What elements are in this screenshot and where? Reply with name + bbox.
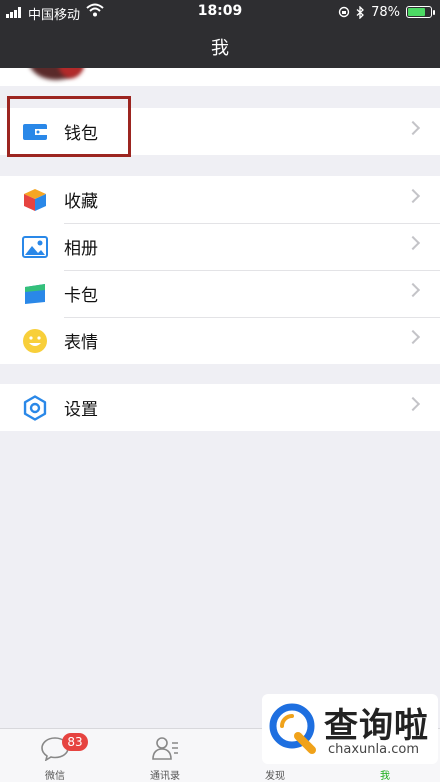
tab-chats[interactable]: 83 微信 — [0, 729, 110, 782]
contacts-icon — [152, 737, 178, 760]
tab-label: 通讯录 — [150, 771, 180, 782]
wallet-icon — [22, 119, 48, 145]
menu-item-label: 相册 — [64, 239, 98, 259]
chevron-right-icon — [405, 329, 421, 345]
card-pack-icon — [22, 281, 48, 307]
tab-label: 我 — [380, 771, 390, 782]
rotation-lock-icon — [338, 6, 350, 18]
menu-item-label: 收藏 — [64, 192, 98, 212]
menu-item-card-pack[interactable]: 卡包 — [0, 270, 440, 317]
watermark-logo-icon — [269, 703, 316, 754]
sticker-smile-icon — [22, 328, 48, 354]
chevron-right-icon — [405, 188, 421, 204]
menu-item-label: 卡包 — [64, 286, 98, 306]
features-group: 收藏 相册 卡包 表情 — [0, 176, 440, 364]
chevron-right-icon — [405, 282, 421, 298]
tab-label: 发现 — [265, 771, 285, 782]
tab-label: 微信 — [45, 771, 65, 782]
chevron-right-icon — [405, 396, 421, 412]
tab-contacts[interactable]: 通讯录 — [110, 729, 220, 782]
wallet-group: 钱包 — [0, 108, 440, 155]
menu-item-label: 钱包 — [64, 124, 98, 144]
watermark-url: chaxunla.com — [328, 742, 419, 757]
header: 中国移动 18:09 78% 我 — [0, 0, 440, 68]
chevron-right-icon — [405, 235, 421, 251]
page-title: 我 — [211, 38, 229, 59]
battery-percent: 78% — [371, 4, 400, 20]
battery-icon — [406, 6, 435, 18]
menu-item-stickers[interactable]: 表情 — [0, 317, 440, 364]
menu-item-settings[interactable]: 设置 — [0, 384, 440, 431]
settings-gear-icon — [22, 394, 48, 421]
menu-item-album[interactable]: 相册 — [0, 223, 440, 270]
profile-card[interactable] — [0, 68, 440, 86]
menu-item-label: 设置 — [64, 400, 98, 420]
watermark: 查询啦 chaxunla.com — [262, 694, 438, 764]
album-icon — [22, 234, 48, 260]
menu-item-favorites[interactable]: 收藏 — [0, 176, 440, 223]
watermark-text: 查询啦 — [324, 706, 429, 746]
status-bar: 中国移动 18:09 78% — [0, 0, 440, 24]
favorites-cube-icon — [22, 187, 48, 213]
menu-item-wallet[interactable]: 钱包 — [0, 108, 440, 155]
menu-item-label: 表情 — [64, 333, 98, 353]
unread-badge: 83 — [62, 733, 88, 751]
settings-group: 设置 — [0, 384, 440, 431]
bluetooth-icon — [356, 5, 365, 19]
chevron-right-icon — [405, 120, 421, 136]
